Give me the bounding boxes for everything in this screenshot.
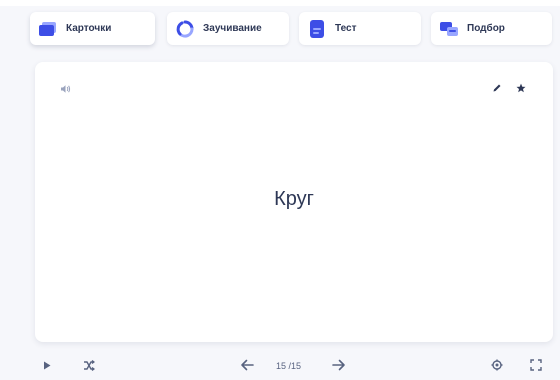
card-counter: 15 /15 xyxy=(276,361,302,371)
shuffle-icon[interactable] xyxy=(82,358,96,372)
mode-match-button[interactable]: Подбор xyxy=(431,12,552,45)
test-document-icon xyxy=(308,19,326,38)
edit-pencil-icon[interactable] xyxy=(490,81,504,95)
mode-cards-label: Карточки xyxy=(66,23,112,34)
settings-icon[interactable] xyxy=(490,358,504,372)
learn-cycle-icon xyxy=(176,20,194,38)
mode-test-label: Тест xyxy=(335,23,357,34)
study-modes-bar: Карточки Заучивание Тест Подбор xyxy=(30,12,552,46)
audio-icon[interactable] xyxy=(58,82,72,96)
mode-cards-button[interactable]: Карточки xyxy=(30,12,155,45)
match-icon xyxy=(440,20,458,38)
top-strip xyxy=(0,0,560,6)
mode-learn-label: Заучивание xyxy=(203,23,262,34)
card-controls: 15 /15 xyxy=(0,350,560,380)
play-icon[interactable] xyxy=(40,358,54,372)
arrow-left-icon[interactable] xyxy=(238,357,256,373)
card-term: Круг xyxy=(274,188,314,210)
fullscreen-icon[interactable] xyxy=(529,358,543,372)
flashcard[interactable]: Круг xyxy=(35,62,553,342)
mode-learn-button[interactable]: Заучивание xyxy=(167,12,289,45)
star-icon[interactable] xyxy=(514,81,528,95)
cards-icon xyxy=(39,20,57,38)
mode-test-button[interactable]: Тест xyxy=(299,12,421,45)
arrow-right-icon[interactable] xyxy=(330,357,348,373)
mode-match-label: Подбор xyxy=(467,23,505,34)
